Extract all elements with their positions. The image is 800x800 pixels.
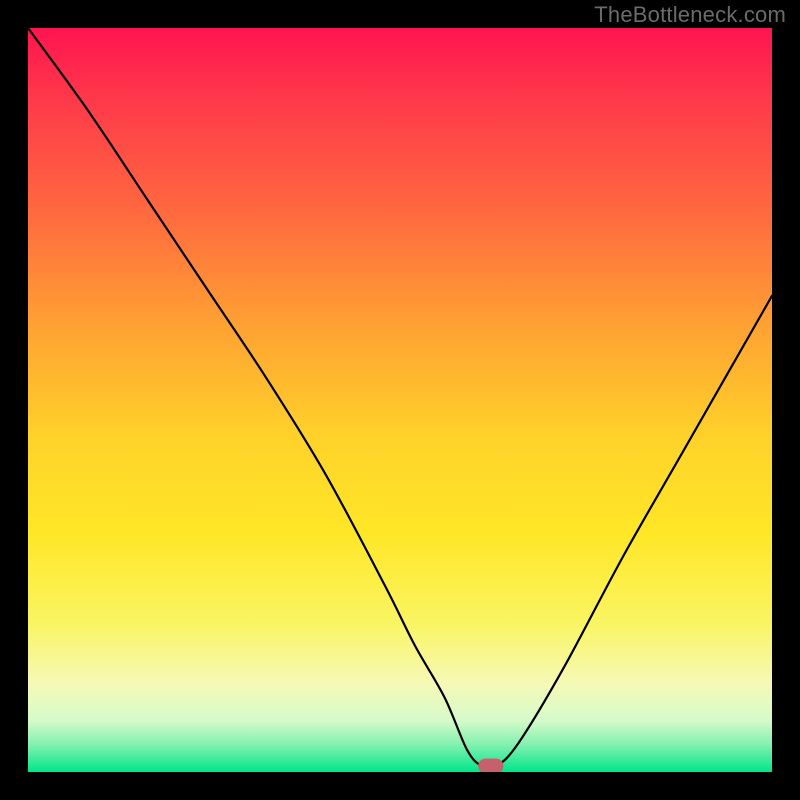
watermark-text: TheBottleneck.com	[594, 2, 786, 28]
chart-frame: TheBottleneck.com	[0, 0, 800, 800]
optimal-point-marker	[478, 759, 503, 772]
plot-area	[28, 28, 772, 772]
chart-svg	[28, 28, 772, 772]
gradient-background	[28, 28, 772, 772]
